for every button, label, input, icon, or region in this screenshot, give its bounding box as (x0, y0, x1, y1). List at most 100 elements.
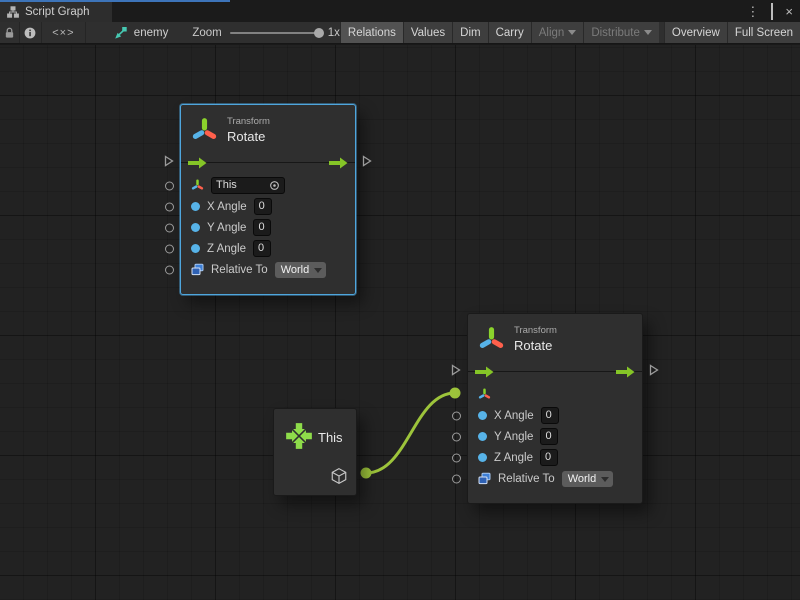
tab-bar: Script Graph ⋮ × (0, 0, 800, 22)
zoom-value: 1x (328, 27, 340, 39)
input-row-y-angle: Y Angle 0 (181, 217, 355, 238)
lock-icon (4, 27, 15, 39)
node-header: Transform Rotate (468, 314, 642, 358)
transform-icon (191, 117, 218, 144)
float-type-icon (478, 411, 487, 420)
input-row-x-angle: X Angle 0 (468, 405, 642, 426)
node-category: Transform (514, 325, 557, 336)
this-object-field[interactable]: This (211, 177, 285, 194)
node-this[interactable]: This (273, 408, 357, 496)
chevron-down-icon (644, 30, 652, 35)
flow-input-port[interactable] (451, 363, 461, 381)
distribute-button[interactable]: Distribute (583, 22, 659, 43)
window-menu-icon[interactable]: ⋮ (746, 5, 759, 18)
graph-canvas[interactable]: Transform Rotate (0, 45, 800, 600)
x-angle-field[interactable]: 0 (541, 407, 559, 424)
flow-output-port[interactable] (362, 154, 372, 172)
wire-this-to-rotate2[interactable] (366, 393, 455, 473)
code-toggle-button[interactable]: <×> (42, 22, 86, 43)
x-angle-input-port[interactable] (165, 202, 174, 211)
graph-toolbar: <×> enemy Zoom 1x Relations Values Dim C… (0, 22, 800, 44)
transform-mini-icon (191, 179, 204, 192)
values-button[interactable]: Values (403, 22, 452, 43)
code-toggle-icon: <×> (52, 27, 74, 39)
relative-to-input-port[interactable] (452, 474, 461, 483)
flow-out-arrow-icon (329, 157, 348, 169)
node-header: Transform Rotate (181, 105, 355, 149)
float-type-icon (478, 432, 487, 441)
node-category: Transform (227, 116, 270, 127)
transform-icon (478, 326, 505, 353)
x-angle-input-port[interactable] (452, 411, 461, 420)
overview-button[interactable]: Overview (664, 22, 727, 43)
input-row-x-angle: X Angle 0 (181, 196, 355, 217)
graph-name-label: enemy (134, 27, 169, 39)
fullscreen-button[interactable]: Full Screen (727, 22, 800, 43)
enum-type-icon (478, 472, 491, 485)
toolbar-buttons: Relations Values Dim Carry Align Distrib… (340, 22, 800, 43)
input-row-z-angle: Z Angle 0 (181, 238, 355, 259)
input-row-this-connected (468, 384, 642, 405)
node-title: Rotate (227, 129, 270, 144)
x-angle-field[interactable]: 0 (254, 198, 272, 215)
carry-button[interactable]: Carry (488, 22, 531, 43)
self-icon (284, 421, 314, 451)
relations-button[interactable]: Relations (340, 22, 403, 43)
z-angle-field[interactable]: 0 (253, 240, 271, 257)
object-picker-icon[interactable] (269, 180, 280, 191)
target-input-port[interactable] (165, 181, 174, 190)
relative-to-dropdown[interactable]: World (562, 471, 614, 487)
float-type-icon (191, 223, 200, 232)
z-angle-input-port[interactable] (452, 453, 461, 462)
input-row-relative-to: Relative To World (468, 468, 642, 489)
flow-in-arrow-icon (188, 157, 207, 169)
chevron-down-icon (568, 30, 576, 35)
window-maximize-icon[interactable] (771, 5, 773, 18)
float-type-icon (478, 453, 487, 462)
flow-row (181, 151, 355, 175)
flow-out-arrow-icon (616, 366, 635, 378)
flow-output-port[interactable] (649, 363, 659, 381)
connection-layer (0, 45, 800, 600)
enum-type-icon (191, 263, 204, 276)
info-button[interactable] (20, 22, 42, 43)
z-angle-input-port[interactable] (165, 244, 174, 253)
input-row-z-angle: Z Angle 0 (468, 447, 642, 468)
relative-to-dropdown[interactable]: World (275, 262, 327, 278)
y-angle-input-port[interactable] (165, 223, 174, 232)
tab-script-graph[interactable]: Script Graph (0, 2, 112, 22)
input-row-relative-to: Relative To World (181, 259, 355, 280)
node-title: Rotate (514, 338, 557, 353)
lock-button[interactable] (0, 22, 20, 43)
window-close-icon[interactable]: × (785, 5, 793, 18)
dim-button[interactable]: Dim (452, 22, 487, 43)
input-row-y-angle: Y Angle 0 (468, 426, 642, 447)
node-rotate-1[interactable]: Transform Rotate (180, 104, 356, 295)
gameobject-cube-icon (330, 467, 348, 485)
zoom-label: Zoom (192, 27, 221, 39)
info-icon (24, 27, 36, 39)
node-rotate-2[interactable]: Transform Rotate (467, 313, 643, 504)
zoom-slider[interactable] (230, 32, 320, 34)
relative-to-input-port[interactable] (165, 265, 174, 274)
tab-title: Script Graph (25, 6, 90, 18)
transform-mini-icon (478, 388, 491, 401)
script-graph-icon (7, 6, 19, 18)
y-angle-field[interactable]: 0 (253, 219, 271, 236)
y-angle-input-port[interactable] (452, 432, 461, 441)
input-row-this: This (181, 175, 355, 196)
align-button[interactable]: Align (531, 22, 584, 43)
node-title: This (318, 430, 343, 445)
float-type-icon (191, 244, 200, 253)
z-angle-field[interactable]: 0 (540, 449, 558, 466)
y-angle-field[interactable]: 0 (540, 428, 558, 445)
graph-name-indicator[interactable]: enemy (86, 22, 169, 43)
float-type-icon (191, 202, 200, 211)
rotate2-target-input-port[interactable] (450, 388, 461, 399)
this-output-port[interactable] (361, 468, 372, 479)
graph-asset-icon (114, 26, 128, 40)
flow-row (468, 360, 642, 384)
flow-input-port[interactable] (164, 154, 174, 172)
flow-in-arrow-icon (475, 366, 494, 378)
zoom-slider-handle[interactable] (314, 28, 324, 38)
